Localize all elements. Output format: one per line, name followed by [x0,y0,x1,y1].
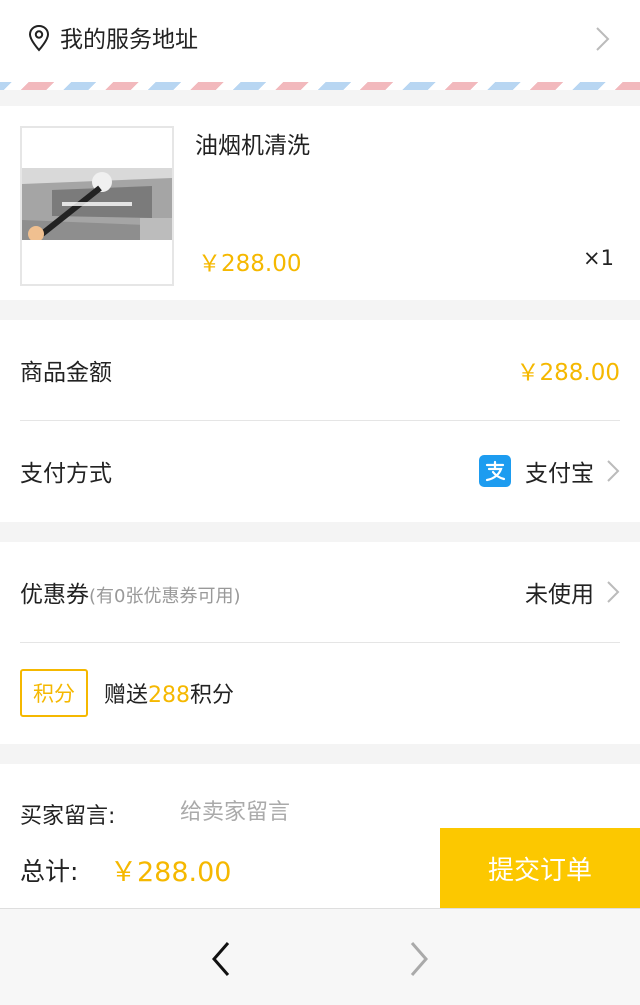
chevron-right-icon [607,460,620,482]
service-address-bar[interactable]: 我的服务地址 [0,0,640,82]
total-label: 总计: [20,857,79,886]
back-arrow-icon[interactable] [206,939,236,979]
coupon-value: 未使用 [525,582,594,608]
coupon-row[interactable]: 优惠券(有0张优惠券可用) 未使用 [20,542,620,642]
payment-method-value: 支付宝 [525,461,594,487]
forward-arrow-icon[interactable] [404,939,434,979]
total-value: ￥288.00 [110,857,232,888]
browser-nav-bar [0,908,640,1005]
buyer-message-label: 买家留言: [20,804,116,829]
buyer-message-input[interactable] [180,794,430,830]
airmail-border [0,82,640,90]
payment-method-row[interactable]: 支付方式 支付宝 [20,421,620,521]
product-quantity: ×1 [583,246,614,270]
location-pin-icon [28,24,50,52]
points-prefix: 赠送 [104,683,149,708]
chevron-right-icon [607,581,620,603]
payment-method-value-group: 支付宝 [479,454,620,488]
product-title: 油烟机清洗 [195,133,310,159]
points-reward-text: 赠送288积分 [104,677,234,709]
order-summary-card: 商品金额 ￥288.00 支付方式 支付宝 [0,320,640,522]
submit-order-button[interactable]: 提交订单 [440,828,640,908]
amount-label: 商品金额 [20,360,112,386]
points-amount: 288 [148,683,191,708]
service-address-label: 我的服务地址 [60,27,198,53]
points-suffix: 积分 [190,683,235,708]
coupon-label: 优惠券 [20,582,89,608]
points-row: 积分 赠送288积分 [20,643,620,743]
points-badge: 积分 [20,669,88,717]
amount-row: 商品金额 ￥288.00 [20,320,620,420]
amount-value: ￥288.00 [516,360,620,386]
product-thumbnail[interactable] [20,126,174,286]
coupon-availability-note: (有0张优惠券可用) [89,586,241,607]
product-price: ￥288.00 [198,251,302,277]
chevron-right-icon [596,27,610,51]
discount-card: 优惠券(有0张优惠券可用) 未使用 积分 赠送288积分 [0,542,640,744]
coupon-label-group: 优惠券(有0张优惠券可用) [20,575,241,609]
product-card: 油烟机清洗 ￥288.00 ×1 [0,106,640,300]
alipay-icon [479,455,511,487]
coupon-value-group: 未使用 [525,575,620,609]
range-hood-cleaning-image [22,168,172,240]
buyer-message-section: 买家留言: 总计: ￥288.00 提交订单 [0,764,640,908]
payment-method-label: 支付方式 [20,461,112,487]
